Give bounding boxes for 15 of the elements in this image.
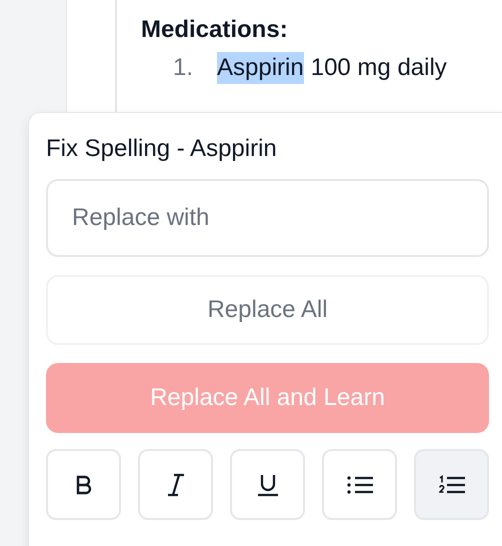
section-heading: Medications:	[141, 16, 288, 44]
numbered-list-button[interactable]	[414, 449, 489, 520]
list-number: 1.	[173, 54, 194, 82]
numbered-list-icon	[438, 474, 464, 494]
bullet-list-icon	[346, 474, 372, 494]
replace-field[interactable]: Replace with	[46, 179, 489, 257]
bold-icon	[76, 474, 92, 494]
bold-button[interactable]	[46, 449, 121, 520]
popup-title: Fix Spelling - Asppirin	[46, 135, 277, 163]
misspelled-word: Asppirin	[217, 52, 304, 84]
list-item-text: 100 mg daily	[310, 54, 447, 82]
underline-icon	[256, 472, 280, 496]
italic-icon	[166, 472, 186, 496]
bullet-list-button[interactable]	[322, 449, 397, 520]
underline-button[interactable]	[230, 449, 305, 520]
